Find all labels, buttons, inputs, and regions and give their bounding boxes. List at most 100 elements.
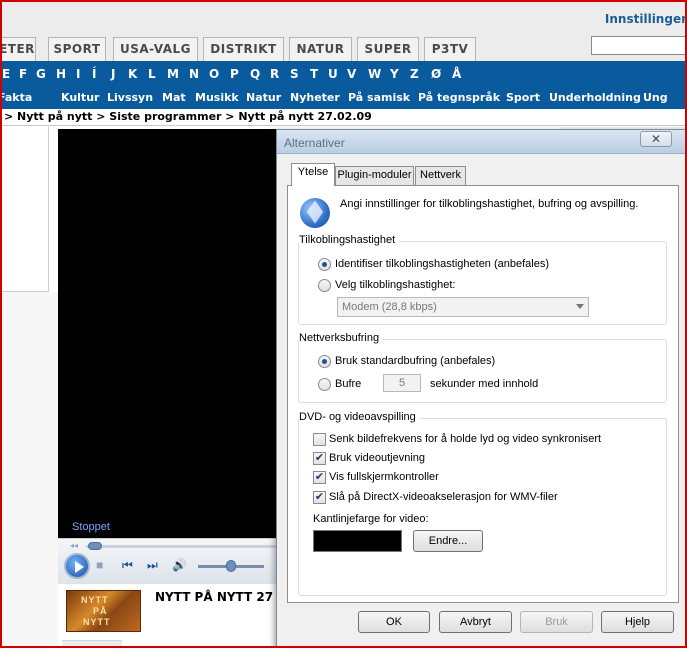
connection-label: Tilkoblingshastighet [299,234,400,246]
custom-buffer-label[interactable]: Bufre [335,378,361,390]
category-link[interactable]: Natur [246,91,281,104]
letter-link[interactable]: T [310,67,318,81]
play-button[interactable] [64,553,90,579]
fullscreen-controls-checkbox[interactable]: ✔ [313,471,326,484]
buffering-group: Nettverksbufring Bruk standardbufring (a… [298,332,667,403]
program-thumbnail[interactable]: NYTT PÅ NYTT [66,590,141,632]
letter-link[interactable]: U [328,67,338,81]
drop-frames-label[interactable]: Senk bildefrekvens for å holde lyd og vi… [329,433,601,445]
program-title[interactable]: NYTT PÅ NYTT 27 [155,590,273,604]
seek-thumb[interactable] [88,542,102,550]
smoothing-label[interactable]: Bruk videoutjevning [329,452,425,464]
tab-super[interactable]: SUPER [357,37,419,61]
letter-link[interactable]: Z [410,67,419,81]
previous-icon[interactable]: ⏮ [122,558,133,572]
settings-link[interactable]: Innstillinger [605,12,687,26]
category-link[interactable]: Underholdning [549,91,641,104]
tab-natur[interactable]: NATUR [289,37,352,61]
letter-link[interactable]: W [368,67,381,81]
fullscreen-controls-label[interactable]: Vis fullskjermkontroller [329,471,439,483]
tab-distrikt[interactable]: DISTRIKT [203,37,284,61]
tab-ytelse[interactable]: Ytelse [291,163,335,186]
tab-p3tv[interactable]: P3TV [424,37,476,61]
letter-link[interactable]: J [111,67,115,81]
letter-link[interactable]: Q [250,67,260,81]
help-button[interactable]: Hjelp [601,611,674,633]
change-color-button[interactable]: Endre... [413,530,483,552]
category-link[interactable]: På tegnspråk [418,91,500,104]
letter-link[interactable]: G [36,67,46,81]
connection-group: Tilkoblingshastighet Identifiser tilkobl… [298,234,667,325]
performance-icon [300,198,330,228]
auto-detect-label[interactable]: Identifiser tilkoblingshastigheten (anbe… [335,258,549,270]
volume-thumb[interactable] [226,560,236,572]
default-buffer-label[interactable]: Bruk standardbufring (anbefales) [335,355,495,367]
letter-link[interactable]: F [19,67,27,81]
letter-link[interactable]: N [189,67,199,81]
program-item[interactable]: NYTT PÅ NYTT NYTT PÅ NYTT 27 [58,584,280,648]
letter-link[interactable]: S [290,67,299,81]
category-link[interactable]: Ung [643,91,668,104]
thumbnail-text: NYTT [83,617,111,627]
dialog-titlebar[interactable]: Alternativer ✕ [277,130,686,154]
letter-link[interactable]: Ø [431,67,441,81]
letter-link[interactable]: K [128,67,137,81]
category-link[interactable]: Livssyn [107,91,153,104]
manual-speed-label[interactable]: Velg tilkoblingshastighet: [335,279,455,291]
category-link[interactable]: Fakta [0,91,32,104]
directx-acceleration-checkbox[interactable]: ✔ [313,491,326,504]
tab-usa-valg[interactable]: USA-VALG [113,37,198,61]
category-link[interactable]: Musikk [195,91,239,104]
rewind-small-icon: ◂◂ [70,541,79,550]
letter-link[interactable]: H [56,67,66,81]
seek-bar[interactable] [86,545,276,548]
tab-eter[interactable]: ETER [0,37,36,61]
category-link[interactable]: Nyheter [290,91,340,104]
letter-link[interactable]: Í [92,67,96,81]
tab-nettverk[interactable]: Nettverk [415,166,466,185]
category-link[interactable]: På samisk [348,91,410,104]
tab-sport[interactable]: SPORT [48,37,106,61]
buffering-label: Nettverksbufring [299,332,384,344]
letter-link[interactable]: P [230,67,239,81]
custom-buffer-radio[interactable] [318,378,331,391]
close-button[interactable]: ✕ [640,131,672,147]
breadcrumb[interactable]: > Nytt på nytt > Siste programmer > Nytt… [0,109,687,126]
letter-link[interactable]: E [2,67,10,81]
video-area[interactable]: Stoppet [58,129,280,538]
dvd-label: DVD- og videoavspilling [299,411,420,423]
category-link[interactable]: Sport [506,91,540,104]
directx-acceleration-label[interactable]: Slå på DirectX-videoakselerasjon for WMV… [329,491,558,503]
default-buffer-radio[interactable] [318,355,331,368]
auto-detect-radio[interactable] [318,258,331,271]
letter-link[interactable]: V [347,67,356,81]
letter-link[interactable]: M [167,67,179,81]
site-search-input[interactable] [591,36,687,55]
buffer-seconds-label: sekunder med innhold [430,378,539,390]
program-row [62,640,122,648]
manual-speed-radio[interactable] [318,279,331,292]
volume-icon[interactable]: 🔊 [172,558,187,572]
drop-frames-checkbox[interactable] [313,433,326,446]
category-link[interactable]: Mat [162,91,186,104]
apply-button[interactable]: Bruk [520,611,593,633]
buffer-seconds-input[interactable]: 5 [383,374,421,392]
letter-link[interactable]: Y [390,67,399,81]
tab-plugin-moduler[interactable]: Plugin-moduler [335,166,414,185]
letter-link[interactable]: Å [452,67,461,81]
intro-text: Angi innstillinger for tilkoblingshastig… [340,198,639,210]
letter-link[interactable]: L [148,67,156,81]
letter-link[interactable]: I [76,67,80,81]
player-status: Stoppet [72,521,110,533]
dialog-title: Alternativer [284,136,345,150]
category-link[interactable]: Kultur [61,91,99,104]
smoothing-checkbox[interactable]: ✔ [313,452,326,465]
stop-icon[interactable]: ■ [96,558,103,572]
next-icon[interactable]: ⏭ [147,558,158,572]
letter-link[interactable]: O [209,67,219,81]
options-dialog: Alternativer ✕ Ytelse Plugin-moduler Net… [276,129,687,648]
letter-link[interactable]: R [270,67,279,81]
cancel-button[interactable]: Avbryt [439,611,512,633]
speed-select[interactable]: Modem (28,8 kbps) [337,297,589,317]
ok-button[interactable]: OK [358,611,430,633]
